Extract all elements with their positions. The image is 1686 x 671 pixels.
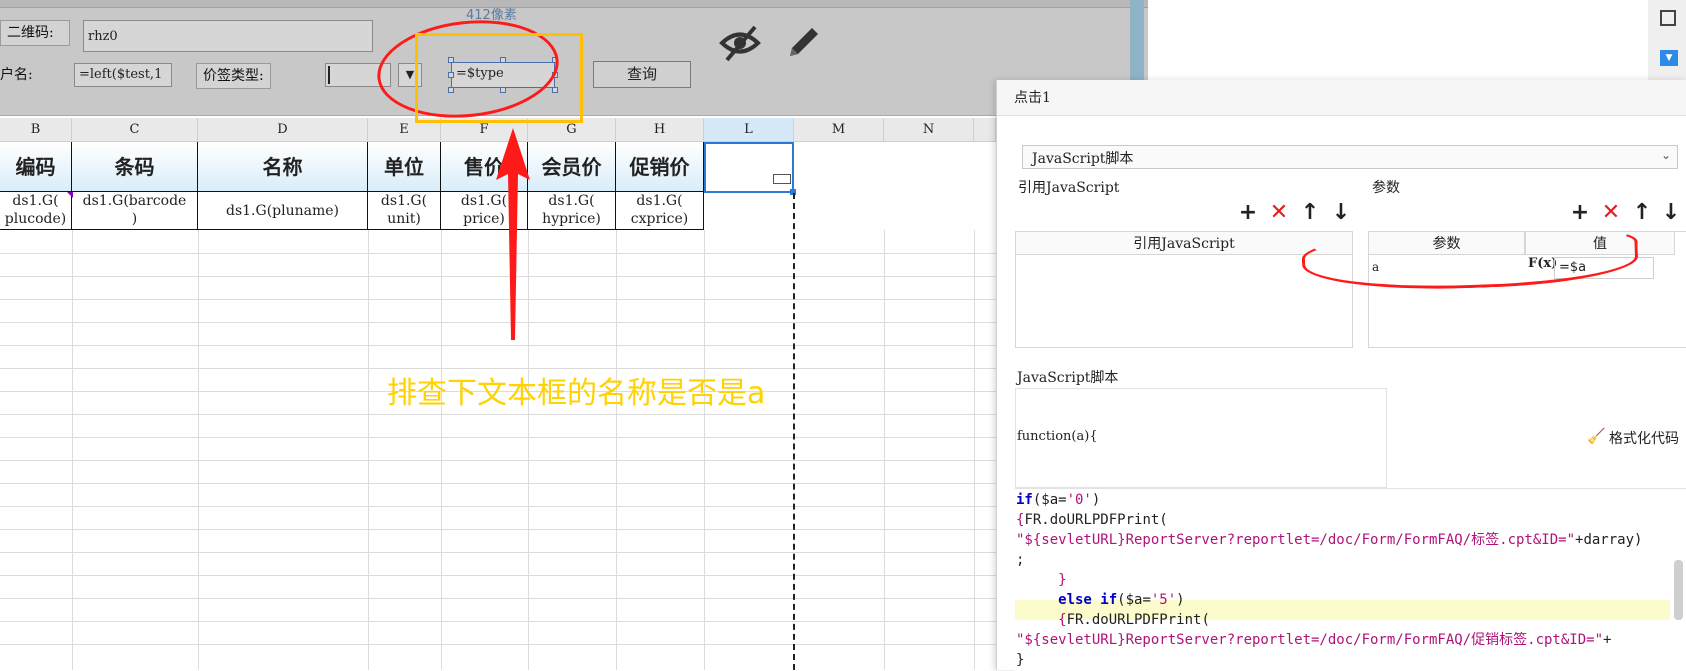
grid-line [198,230,199,670]
page-break-line [793,193,795,670]
code-scrollbar[interactable] [1674,560,1683,620]
code-line: if($a='0') [1016,492,1101,508]
column-header[interactable]: B [0,118,72,142]
column-header[interactable]: D [198,118,368,142]
grid-line [884,230,885,670]
function-signature: function(a){ [1017,429,1098,444]
grid-line [0,552,996,553]
add-icon[interactable]: + [1570,202,1590,224]
code-line: } [1016,652,1025,668]
grid-line [616,230,617,670]
grid-line [0,483,996,484]
event-dialog: 点击1 JavaScript脚本 ⌄ 引用JavaScript 参数 + ✕ ↑… [996,80,1686,671]
data-cell[interactable]: ds1.G( hyprice) [528,192,616,230]
code-line: {FR.doURLPDFPrint( [1016,512,1168,528]
add-icon[interactable]: + [1238,202,1258,224]
grid-line [368,230,369,670]
qr-code-label: 二维码: [0,20,70,46]
grid-line [0,621,996,622]
grid-line [0,345,996,346]
code-line: {FR.doURLPDFPrint( [1016,612,1210,628]
header-cell[interactable]: 编码 [0,142,72,192]
broom-icon[interactable]: 🧹 [1587,427,1606,445]
header-cell[interactable]: 促销价 [616,142,704,192]
code-line: ; [1016,552,1025,568]
data-cell[interactable]: ds1.G(pluname) [198,192,368,230]
move-down-icon[interactable]: ↓ [1661,202,1681,224]
column-header[interactable] [974,118,996,142]
grid-line [441,230,442,670]
grid-line [72,230,73,670]
dialog-title: 点击1 [997,80,1686,116]
header-cell[interactable]: 会员价 [528,142,616,192]
code-line: "${sevletURL}ReportServer?reportlet=/doc… [1016,632,1612,648]
header-cell[interactable]: 条码 [72,142,198,192]
name-field[interactable]: =left($test,1 [74,63,172,87]
cell-marker [67,192,73,198]
data-cell[interactable]: ds1.G( cxprice) [616,192,704,230]
chevron-down-icon: ⌄ [1660,148,1671,162]
maximize-icon[interactable] [1660,10,1676,26]
script-section-label: JavaScript脚本 [1017,370,1119,386]
column-header[interactable]: C [72,118,198,142]
dropdown-widget-icon[interactable]: ▼ [1660,50,1678,66]
script-type-select[interactable]: JavaScript脚本 ⌄ [1022,145,1678,169]
code-line: else if($a='5') [1016,592,1185,608]
code-line: } [1016,572,1067,588]
column-header[interactable]: M [794,118,884,142]
script-type-value: JavaScript脚本 [1032,151,1134,167]
column-header[interactable]: L [704,118,794,142]
data-cell[interactable]: ds1.G( plucode) [0,192,72,230]
data-cell[interactable]: ds1.G( unit) [368,192,441,230]
pencil-icon[interactable] [784,22,824,62]
grid-line [0,506,996,507]
ref-js-section-label: 引用JavaScript [1018,180,1120,196]
ruler [0,0,1148,8]
header-cell[interactable]: 名称 [198,142,368,192]
selected-cell[interactable] [704,142,794,193]
grid-line [0,575,996,576]
data-cell[interactable]: ds1.G(barcode ) [72,192,198,230]
annotation-yellow-box [415,33,583,123]
grid-line [974,230,975,670]
params-section-label: 参数 [1372,180,1400,196]
grid-line [0,460,996,461]
grid-line [0,529,996,530]
grid-line [0,644,996,645]
grid-line [0,598,996,599]
grid-line [0,437,996,438]
format-code-button[interactable]: 格式化代码 [1609,428,1679,448]
grid-line [0,414,996,415]
code-line: "${sevletURL}ReportServer?reportlet=/doc… [1016,532,1643,548]
panel-resize-bar[interactable] [1130,0,1144,80]
query-button[interactable]: 查询 [593,61,691,88]
name-label: 户名: [0,64,33,84]
annotation-note: 排查下文本框的名称是否是a [387,376,766,411]
delete-icon[interactable]: ✕ [1601,202,1621,224]
move-up-icon[interactable]: ↑ [1632,202,1652,224]
eye-slash-icon[interactable] [719,22,761,64]
price-type-label: 价签类型: [196,63,271,89]
grid-line [704,230,705,670]
cell-widget-icon [773,174,791,184]
ref-js-column-header: 引用JavaScript [1015,231,1353,255]
move-up-icon[interactable]: ↑ [1300,202,1320,224]
column-header[interactable]: N [884,118,974,142]
move-down-icon[interactable]: ↓ [1331,202,1351,224]
qr-code-field[interactable]: rhz0 [83,20,373,52]
column-header[interactable]: H [616,118,704,142]
header-cell[interactable]: 单位 [368,142,441,192]
annotation-arrow [496,128,530,340]
delete-icon[interactable]: ✕ [1269,202,1289,224]
text-cursor [328,66,330,84]
